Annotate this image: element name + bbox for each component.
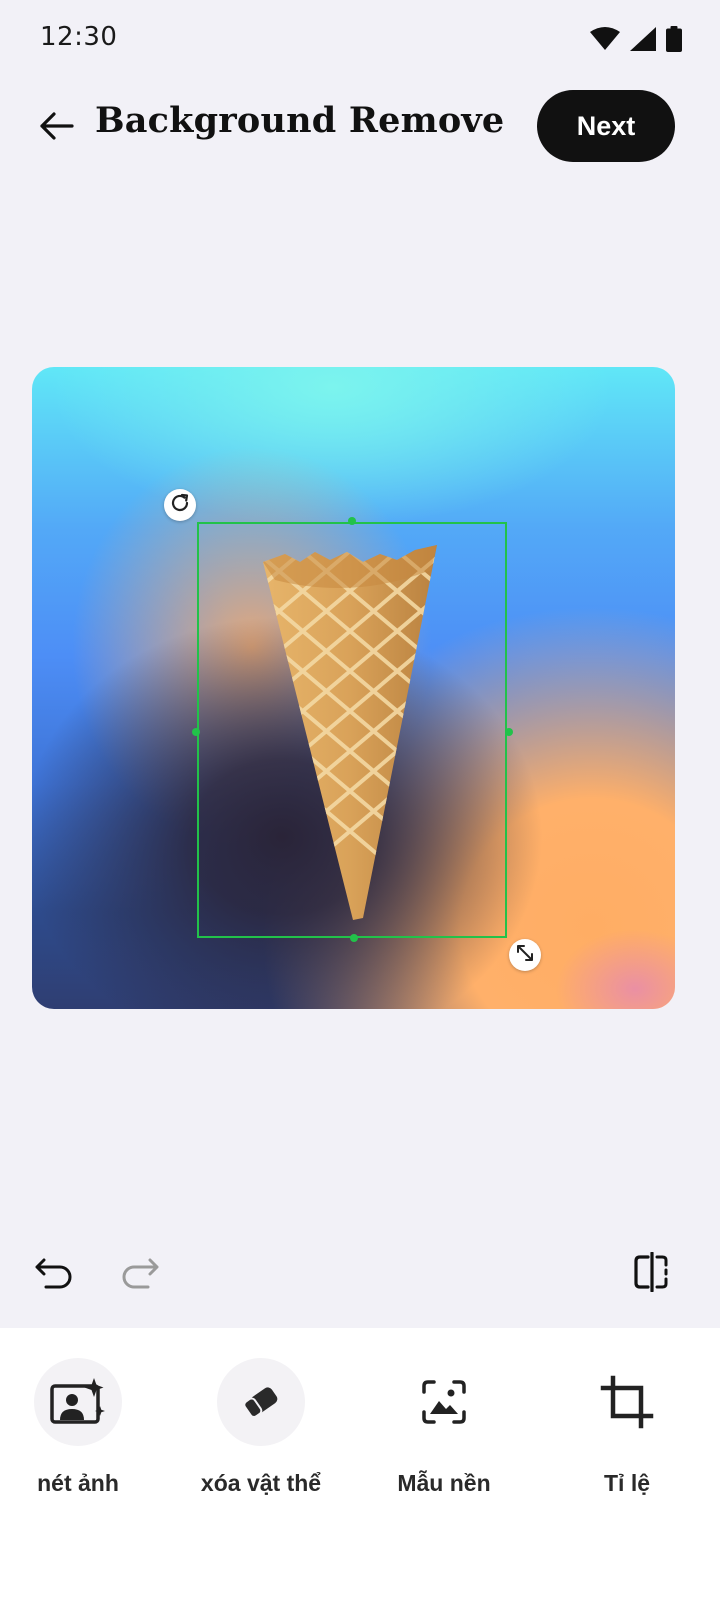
- compare-button[interactable]: [626, 1248, 678, 1300]
- resize-diagonal-icon: [514, 942, 536, 968]
- resize-button[interactable]: [509, 939, 541, 971]
- selection-handle-right[interactable]: [505, 728, 513, 736]
- tool-label: Mẫu nền: [397, 1470, 491, 1496]
- wifi-icon: [590, 27, 620, 55]
- back-button[interactable]: [30, 102, 82, 154]
- status-icons: [590, 26, 682, 56]
- tool-background-template[interactable]: Mẫu nền: [354, 1358, 534, 1497]
- rotate-icon: [169, 492, 191, 518]
- redo-button[interactable]: [114, 1248, 166, 1300]
- tool-remove-object[interactable]: xóa vật thể: [171, 1358, 351, 1497]
- tool-label: Tỉ lệ: [603, 1470, 650, 1496]
- signal-icon: [630, 27, 656, 55]
- eraser-icon: [217, 1358, 305, 1446]
- status-time: 12:30: [40, 22, 118, 52]
- selection-handle-top[interactable]: [348, 517, 356, 525]
- page-title: Background Remove: [95, 100, 505, 141]
- selection-handle-bottom[interactable]: [350, 934, 358, 942]
- undo-icon: [34, 1255, 74, 1293]
- tool-enhance[interactable]: nét ảnh: [0, 1358, 168, 1497]
- tool-aspect-ratio[interactable]: Tỉ lệ: [537, 1358, 717, 1497]
- arrow-left-icon: [38, 111, 74, 145]
- bottom-toolbar: nét ảnh xóa vật thể Mẫu nền Tỉ lệ: [0, 1328, 720, 1600]
- tool-label: nét ảnh: [37, 1470, 119, 1496]
- battery-icon: [666, 26, 682, 56]
- compare-split-icon: [632, 1251, 672, 1296]
- next-button[interactable]: Next: [537, 90, 675, 162]
- redo-icon: [120, 1255, 160, 1293]
- crop-icon: [583, 1358, 671, 1446]
- undo-button[interactable]: [28, 1248, 80, 1300]
- rotate-button[interactable]: [164, 489, 196, 521]
- portrait-sparkle-icon: [34, 1358, 122, 1446]
- background-image-icon: [400, 1358, 488, 1446]
- selection-box[interactable]: [197, 522, 507, 938]
- selection-handle-left[interactable]: [192, 728, 200, 736]
- tool-label: xóa vật thể: [200, 1470, 322, 1496]
